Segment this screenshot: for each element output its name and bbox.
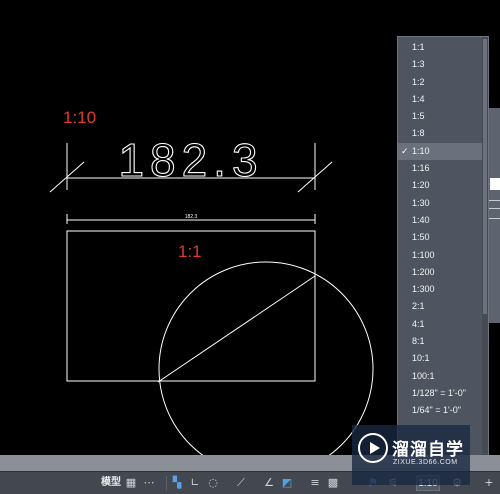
scale-option[interactable]: 1:5 xyxy=(398,108,488,125)
scale-option[interactable]: 1:3 xyxy=(398,56,488,73)
scale-option-label: 1:50 xyxy=(412,232,430,243)
scale-option-label: 2:1 xyxy=(412,301,425,312)
scrollbar-thumb[interactable] xyxy=(483,39,487,314)
annotation-scale-large: 1:10 xyxy=(63,108,97,127)
scale-option[interactable]: 1:50 xyxy=(398,229,488,246)
scale-option[interactable]: 1:200 xyxy=(398,264,488,281)
scale-option[interactable]: 1:20 xyxy=(398,177,488,194)
scale-option[interactable]: 1:40 xyxy=(398,212,488,229)
scale-option[interactable]: 1:16 xyxy=(398,160,488,177)
scale-option[interactable]: 100:1 xyxy=(398,368,488,385)
polar-icon[interactable]: ∟ xyxy=(188,475,202,491)
scale-option[interactable]: 1:8 xyxy=(398,125,488,142)
otrack-icon[interactable]: ⟋ xyxy=(234,475,248,491)
diagonal-line[interactable] xyxy=(157,275,316,383)
scale-option-label: 8:1 xyxy=(412,336,425,347)
watermark: 溜溜自学 ZIXUE.3D66.COM xyxy=(352,425,470,485)
play-logo-icon xyxy=(358,433,388,463)
osnap-icon[interactable]: ◌ xyxy=(206,475,220,491)
scale-option[interactable]: 4:1 xyxy=(398,316,488,333)
scale-option-label: 1/64" = 1'-0" xyxy=(412,405,461,416)
dimension-text-small: 182.3 xyxy=(185,214,198,220)
scale-option-label: 1/128" = 1'-0" xyxy=(412,387,466,398)
scale-option[interactable]: 1:1 xyxy=(398,39,488,56)
scale-option[interactable]: 1:2 xyxy=(398,74,488,91)
properties-icon[interactable]: ≡ xyxy=(308,475,322,491)
scale-option[interactable]: ✓ 1:10 xyxy=(398,142,488,161)
scale-option[interactable]: 1:30 xyxy=(398,195,488,212)
annotation-scale-small: 1:1 xyxy=(178,242,202,261)
scale-option-label: 1:300 xyxy=(412,284,435,295)
scale-option-label: 1:20 xyxy=(412,180,430,191)
dropdown-scrollbar[interactable] xyxy=(482,37,488,463)
scale-option-label: 1:30 xyxy=(412,197,430,208)
snap-icon[interactable]: ⋯ xyxy=(142,475,156,491)
lineweight-icon[interactable]: ∠ xyxy=(262,475,276,491)
scale-option[interactable]: 10:1 xyxy=(398,350,488,367)
ortho-icon[interactable]: ▚ xyxy=(170,475,184,491)
watermark-title: 溜溜自学 xyxy=(392,440,464,460)
scale-option[interactable]: 8:1 xyxy=(398,333,488,350)
scale-option[interactable]: 2:1 xyxy=(398,298,488,315)
transparency-icon[interactable]: ◩ xyxy=(280,475,294,491)
scale-option-label: 1:5 xyxy=(412,111,425,122)
checkmark-icon: ✓ xyxy=(401,145,409,156)
scale-option[interactable]: 1:300 xyxy=(398,281,488,298)
watermark-url: ZIXUE.3D66.COM xyxy=(393,459,458,466)
scale-option-label: 1:8 xyxy=(412,128,425,139)
scale-option-label: 4:1 xyxy=(412,318,425,329)
status-separator xyxy=(166,476,167,490)
scale-option[interactable]: 1:100 xyxy=(398,247,488,264)
add-icon[interactable]: + xyxy=(482,475,496,491)
scale-option-label: 10:1 xyxy=(412,353,430,364)
scale-option-label: 1:200 xyxy=(412,266,435,277)
model-tab[interactable]: 模型 xyxy=(100,475,122,491)
scale-option-label: 1:4 xyxy=(412,93,425,104)
annotation-scale-dropdown[interactable]: 1:1 1:3 1:2 1:4 1:5 1:8 ✓ 1:10 1:16 1:20 1:30 1:40 1… xyxy=(397,36,489,464)
scale-option-label: 1:100 xyxy=(412,249,435,260)
grid-icon[interactable]: ▦ xyxy=(124,475,138,491)
scale-option-label: 1:16 xyxy=(412,163,430,174)
scale-option-label: 100:1 xyxy=(412,370,435,381)
color-swatch[interactable] xyxy=(490,178,500,190)
scale-option[interactable]: 1/128" = 1'-0" xyxy=(398,385,488,402)
scale-option-label: 1:3 xyxy=(412,59,425,70)
dimension-text-large: 182.3 xyxy=(118,134,263,186)
quick-view-icon[interactable]: ▩ xyxy=(326,475,340,491)
circle-shape[interactable] xyxy=(158,261,374,477)
scale-option-label: 1:1 xyxy=(412,42,425,52)
scale-option[interactable]: 1/64" = 1'-0" xyxy=(398,402,488,419)
scale-list: 1:1 1:3 1:2 1:4 1:5 1:8 ✓ 1:10 1:16 1:20 1:30 1:40 1… xyxy=(398,37,488,420)
scale-option-label: 1:2 xyxy=(412,76,425,87)
scale-option[interactable]: 1:4 xyxy=(398,91,488,108)
scale-option-label: 1:40 xyxy=(412,214,430,225)
scale-option-label: 1:10 xyxy=(412,145,430,156)
